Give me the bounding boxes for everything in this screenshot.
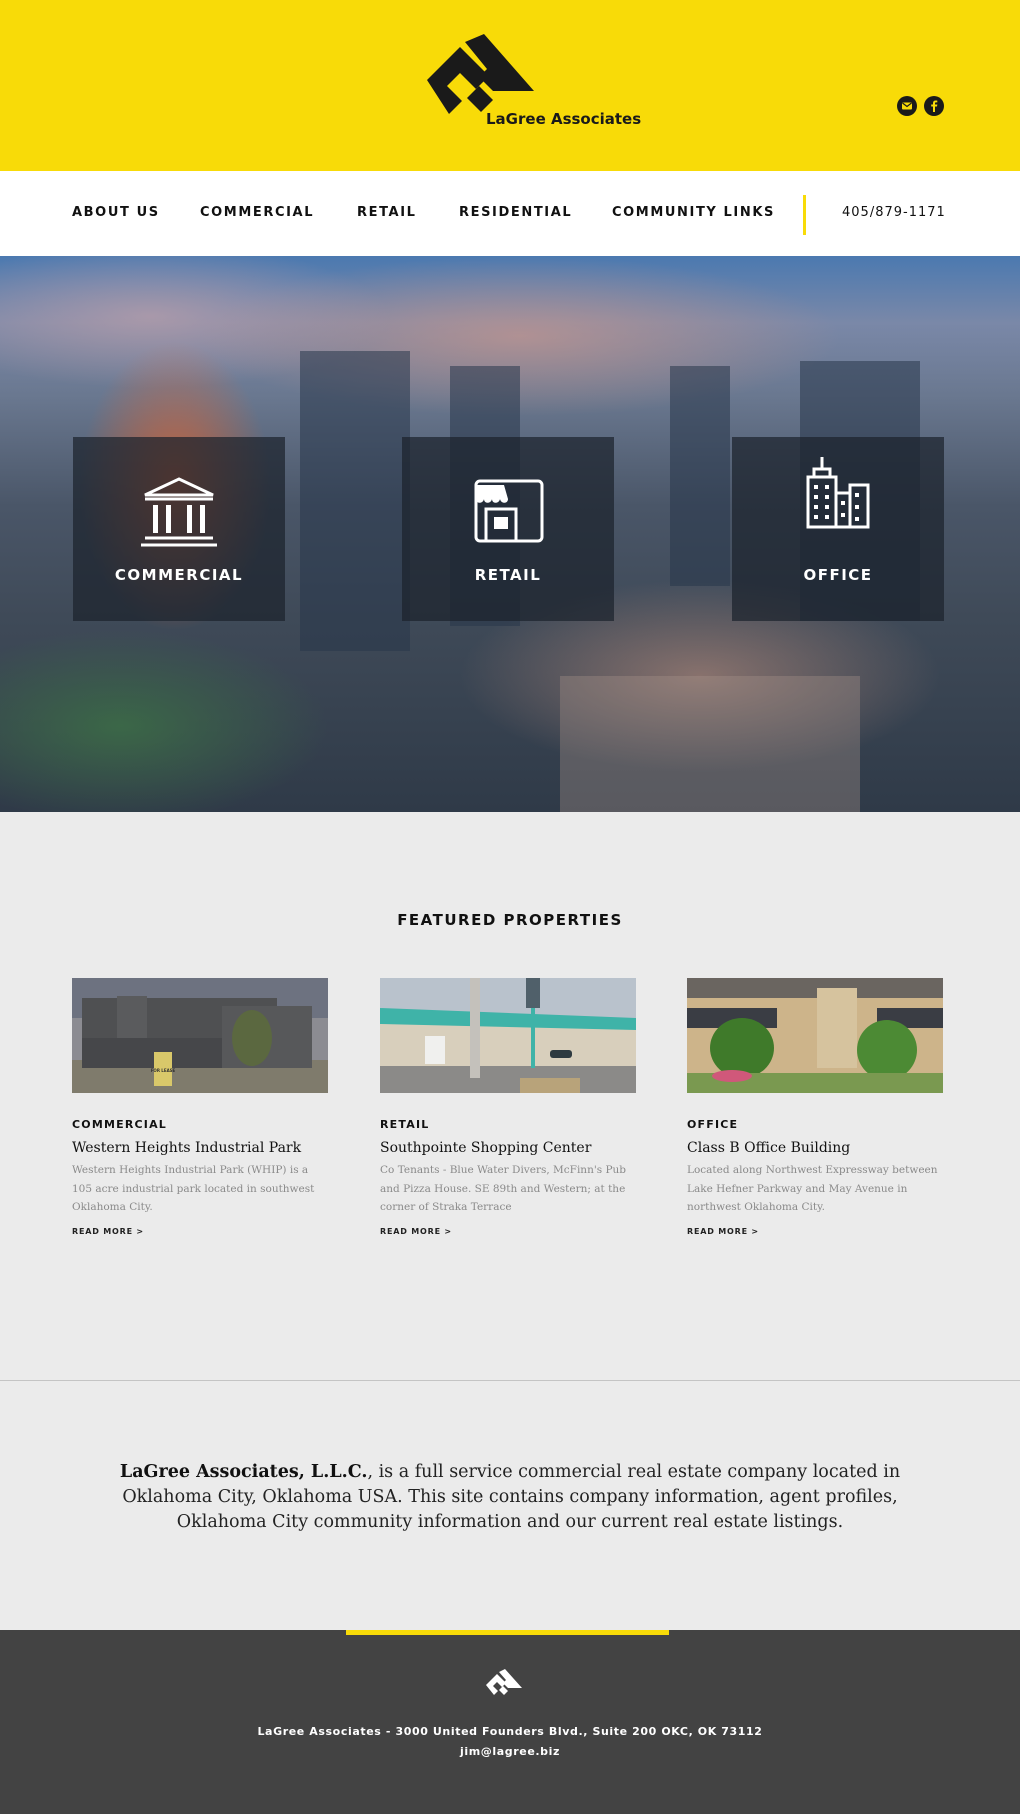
about-text: LaGree Associates, L.L.C., is a full ser… <box>110 1460 910 1535</box>
property-category: COMMERCIAL <box>72 1118 167 1131</box>
nav-item-retail[interactable]: RETAIL <box>357 205 417 220</box>
property-description: Located along Northwest Expressway betwe… <box>687 1164 938 1213</box>
nav-divider <box>803 195 806 235</box>
facebook-icon[interactable] <box>924 96 944 116</box>
for-lease-sign: FOR LEASE <box>151 1068 176 1073</box>
hero-tile-commercial[interactable]: COMMERCIAL <box>73 437 285 621</box>
hero-tile-retail[interactable]: RETAIL <box>402 437 614 621</box>
property-description: Co Tenants - Blue Water Divers, McFinn's… <box>380 1164 626 1213</box>
footer-address: LaGree Associates - 3000 United Founders… <box>257 1725 763 1738</box>
site-header: LaGree Associates <box>0 0 1020 171</box>
footer-email[interactable]: jim@lagree.biz <box>0 1745 1020 1758</box>
read-more-link[interactable]: READ MORE > <box>687 1227 759 1236</box>
nav-item-residential[interactable]: RESIDENTIAL <box>459 205 572 220</box>
hero-tile-label: RETAIL <box>474 566 542 584</box>
main-nav: ABOUT US COMMERCIAL RETAIL RESIDENTIAL C… <box>0 171 1020 256</box>
footer-accent-bar <box>346 1630 669 1635</box>
office-building-icon <box>806 457 870 529</box>
hero-building <box>560 676 860 812</box>
hero-tile-office[interactable]: OFFICE <box>732 437 944 621</box>
nav-item-commercial[interactable]: COMMERCIAL <box>200 205 314 220</box>
storefront-icon <box>474 479 544 543</box>
hero-building <box>670 366 730 586</box>
property-description: Western Heights Industrial Park (WHIP) i… <box>72 1164 315 1213</box>
property-title[interactable]: Class B Office Building <box>687 1140 850 1156</box>
property-category: RETAIL <box>380 1118 430 1131</box>
footer-logo-icon[interactable] <box>486 1669 532 1701</box>
phone-number[interactable]: 405/879-1171 <box>842 205 946 220</box>
logo[interactable]: LaGree Associates <box>427 34 647 132</box>
read-more-link[interactable]: READ MORE > <box>380 1227 452 1236</box>
property-title[interactable]: Western Heights Industrial Park <box>72 1140 301 1156</box>
property-photo[interactable] <box>380 978 636 1093</box>
section-divider <box>0 1380 1020 1381</box>
company-name: LaGree Associates, L.L.C. <box>119 1462 368 1482</box>
nav-item-about-us[interactable]: ABOUT US <box>72 205 160 220</box>
hero-tile-label: OFFICE <box>803 566 873 584</box>
hero-building <box>300 351 410 651</box>
property-photo[interactable]: FOR LEASE <box>72 978 328 1093</box>
nav-item-community-links[interactable]: COMMUNITY LINKS <box>612 205 775 220</box>
site-footer: LaGree Associates - 3000 United Founders… <box>0 1630 1020 1814</box>
read-more-link[interactable]: READ MORE > <box>72 1227 144 1236</box>
hero-banner: COMMERCIAL RETAIL OFFICE <box>0 256 1020 812</box>
property-photo[interactable] <box>687 978 943 1093</box>
featured-properties-heading: FEATURED PROPERTIES <box>397 911 623 929</box>
hero-tile-label: COMMERCIAL <box>114 566 244 584</box>
bank-columns-icon <box>141 477 217 547</box>
mail-icon[interactable] <box>897 96 917 116</box>
logo-text: LaGree Associates <box>486 110 642 128</box>
property-title[interactable]: Southpointe Shopping Center <box>380 1140 591 1156</box>
property-category: OFFICE <box>687 1118 739 1131</box>
